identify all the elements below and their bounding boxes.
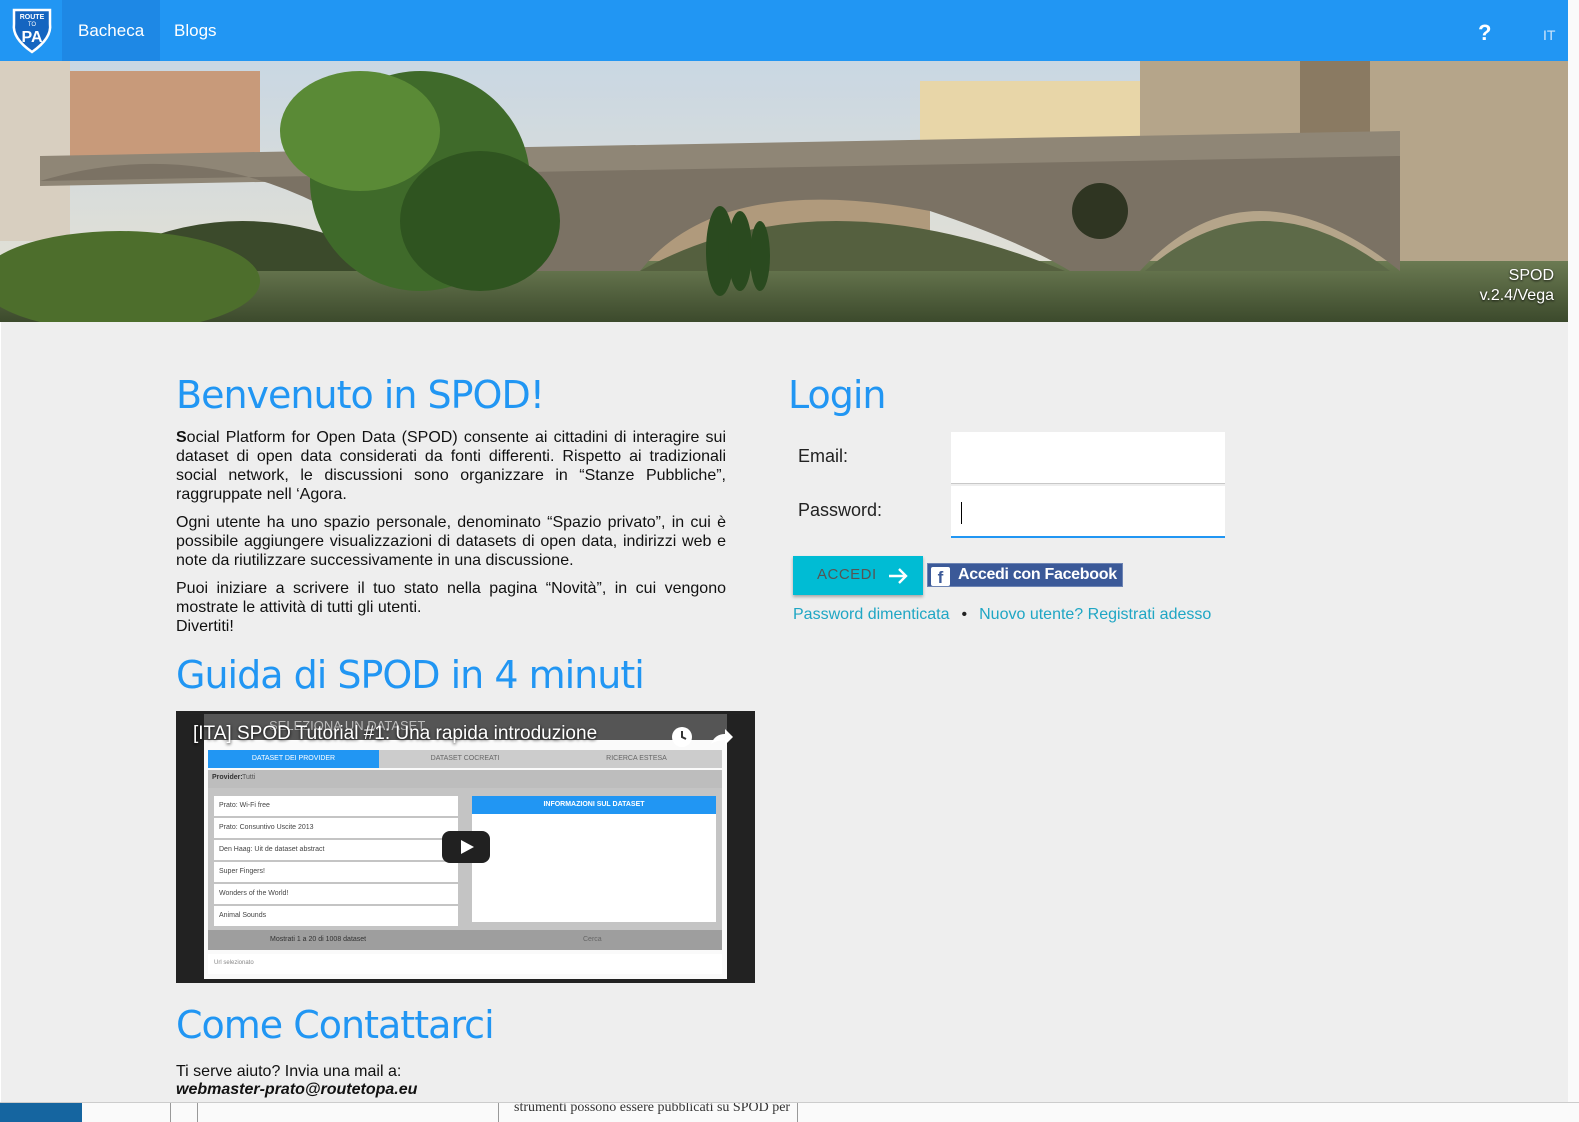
contact-email[interactable]: webmaster-prato@routetopa.eu [176,1081,494,1099]
login-title: Login [788,373,887,417]
facebook-login-label: Accedi con Facebook [958,566,1117,583]
routetopa-logo[interactable]: ROUTE TO PA [8,6,56,54]
divider [797,1103,798,1122]
video-dataset-item: Animal Sounds [214,906,458,926]
divider [170,1103,171,1122]
video-dataset-item: Den Haag: Uit de dataset abstract [214,840,458,860]
right-edge-strip [1568,0,1579,1102]
welcome-p1-text: ocial Platform for Open Data (SPOD) cons… [176,429,726,503]
email-label: Email: [798,446,849,466]
guide-title: Guida di SPOD in 4 minuti [176,653,645,697]
video-dataset-item: Wonders of the World! [214,884,458,904]
links-separator: • [961,606,968,623]
nav-blogs[interactable]: Blogs [158,0,233,61]
login-button[interactable]: ACCEDI [793,556,923,595]
facebook-icon: f [931,567,950,587]
video-dataset-item: Prato: Wi-Fi free [214,796,458,816]
contact-title: Come Contattarci [176,1003,495,1047]
welcome-paragraph-4: Divertiti! [176,618,234,635]
video-dataset-list: Prato: Wi-Fi free Prato: Consuntivo Usci… [214,796,458,928]
contact-section: Come Contattarci Ti serve aiuto? Invia u… [176,1002,495,1099]
welcome-title: Benvenuto in SPOD! [176,373,545,417]
video-footer-bar: Mostrati 1 a 20 di 1008 dataset Cerca [208,930,722,950]
logo-text-route: ROUTE [20,14,45,21]
video-footer-count: Mostrati 1 a 20 di 1008 dataset [270,936,367,943]
login-column: Login Email: Password: ACCEDI f Accedi c… [788,372,1228,623]
welcome-paragraph-3: Puoi iniziare a scrivere il tuo stato ne… [176,580,726,616]
text-caret [961,502,962,524]
video-info-panel: INFORMAZIONI SUL DATASET [472,796,716,922]
main-content: Benvenuto in SPOD! Social Platform for O… [1,322,1568,1102]
password-label: Password: [798,500,883,520]
video-provider-value: Tutti [242,774,256,781]
email-field[interactable] [951,432,1225,484]
hero-bridge-image [0,61,1568,322]
contact-text: Ti serve aiuto? Invia una mail a: [176,1063,402,1080]
hero-banner: SPOD v.2.4/Vega [0,61,1568,322]
top-navbar: ROUTE TO PA Bacheca Blogs ? IT [0,0,1568,61]
video-player[interactable]: SELEZIONA UN DATASET DATASET DEI PROVIDE… [176,711,755,983]
video-dataset-item: Prato: Consuntivo Uscite 2013 [214,818,458,838]
video-tabs: DATASET DEI PROVIDER DATASET COCREATI RI… [208,750,722,768]
password-row: Password: [798,486,1226,538]
divider [498,1103,499,1122]
forgot-password-link[interactable]: Password dimenticata [793,606,950,623]
logo-text-pa: PA [21,29,42,46]
video-tab-provider: DATASET DEI PROVIDER [208,750,379,768]
video-search-placeholder: Cerca [583,936,602,943]
video-tab-ricerca: RICERCA ESTESA [606,755,667,762]
underlying-document-text: strumenti possono essere pubblicati su S… [514,1102,791,1115]
play-button-icon[interactable] [442,831,490,863]
watch-later-icon[interactable] [671,726,693,748]
underlying-window-strip: strumenti possono essere pubblicati su S… [0,1102,1579,1122]
login-links: Password dimenticata • Nuovo utente? Regis… [793,606,1211,624]
arrow-right-icon [889,568,908,584]
version-label: SPOD v.2.4/Vega [1480,266,1554,306]
video-provider-label: Provider: [212,774,243,781]
share-icon[interactable] [709,726,735,748]
nav-bacheca[interactable]: Bacheca [62,0,161,61]
divider [197,1103,198,1122]
register-link[interactable]: Nuovo utente? Registrati adesso [979,606,1211,623]
welcome-paragraph-2: Ogni utente ha uno spazio personale, den… [176,514,726,569]
video-info-header: INFORMAZIONI SUL DATASET [472,796,716,814]
version-app-name: SPOD [1508,267,1554,284]
video-tab-cocreati: DATASET COCREATI [430,755,500,762]
welcome-paragraph-1: Social Platform for Open Data (SPOD) con… [176,429,726,503]
video-selected-label: Url selezionato [214,960,254,966]
video-title[interactable]: [ITA] SPOD Tutorial #1: Una rapida intro… [193,723,597,745]
video-selected-row: Url selezionato [208,954,722,974]
welcome-column: Benvenuto in SPOD! Social Platform for O… [176,372,756,1098]
password-field[interactable] [951,486,1225,538]
language-selector[interactable]: IT [1543,27,1555,43]
logo-text-to: TO [28,22,37,28]
underlying-taskbar-block [0,1103,82,1122]
version-number: v.2.4/Vega [1479,287,1554,304]
video-dataset-item: Super Fingers! [214,862,458,882]
facebook-login-button[interactable]: f Accedi con Facebook [927,563,1123,587]
help-icon[interactable]: ? [1478,20,1491,46]
email-row: Email: [798,432,1226,484]
login-button-label: ACCEDI [817,566,877,583]
video-provider-row: Provider: Tutti [208,770,722,788]
